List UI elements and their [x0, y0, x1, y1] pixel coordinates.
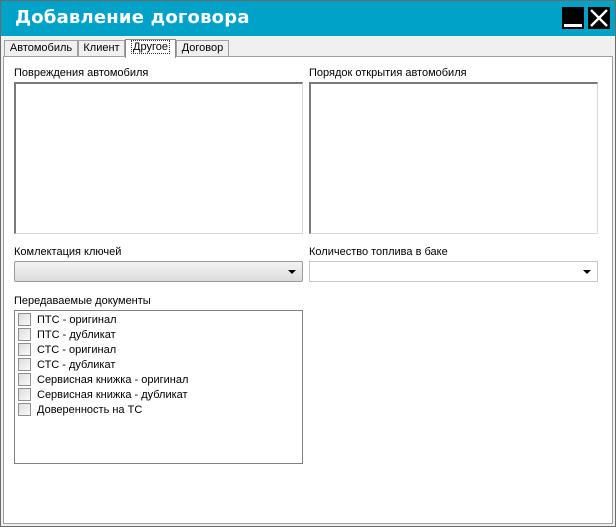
- close-icon: [590, 9, 608, 27]
- doc-sts-original[interactable]: СТС - оригинал: [18, 342, 116, 357]
- opening-label: Порядок открытия автомобиля: [309, 67, 467, 79]
- checkbox-icon[interactable]: [18, 328, 31, 341]
- doc-label: СТС - оригинал: [37, 343, 117, 356]
- doc-label: ПТС - оригинал: [37, 313, 117, 326]
- doc-power-of-attorney[interactable]: Доверенность на ТС: [18, 402, 142, 417]
- doc-service-book-original[interactable]: Сервисная книжка - оригинал: [18, 372, 188, 387]
- fuel-label: Количество топлива в баке: [309, 246, 448, 258]
- minimize-button[interactable]: [562, 7, 584, 29]
- doc-label: СТС - дубликат: [37, 358, 116, 371]
- title-bar[interactable]: Добавление договора: [1, 1, 615, 36]
- doc-sts-duplicate[interactable]: СТС - дубликат: [18, 357, 115, 372]
- doc-label: ПТС - дубликат: [37, 328, 116, 341]
- tab-label: Автомобиль: [9, 42, 73, 54]
- damage-textarea[interactable]: [14, 82, 303, 234]
- close-button[interactable]: [588, 7, 610, 29]
- tab-klient[interactable]: Клиент: [78, 40, 125, 57]
- opening-textarea[interactable]: [309, 82, 598, 234]
- doc-label: Доверенность на ТС: [37, 403, 143, 416]
- tab-avtomobil[interactable]: Автомобиль: [4, 40, 78, 57]
- checkbox-icon[interactable]: [18, 313, 31, 326]
- doc-label: Сервисная книжка - дубликат: [37, 388, 188, 401]
- doc-pts-duplicate[interactable]: ПТС - дубликат: [18, 327, 116, 342]
- documents-checklist[interactable]: ПТС - оригинал ПТС - дубликат СТС - ориг…: [14, 310, 303, 464]
- chevron-down-icon: [288, 270, 296, 274]
- docs-label: Передаваемые документы: [14, 295, 151, 307]
- tab-dogovor[interactable]: Договор: [176, 40, 229, 57]
- checkbox-icon[interactable]: [18, 343, 31, 356]
- doc-label: Сервисная книжка - оригинал: [37, 373, 189, 386]
- tab-label: Договор: [181, 42, 224, 54]
- doc-service-book-duplicate[interactable]: Сервисная книжка - дубликат: [18, 387, 188, 402]
- fuel-select[interactable]: [309, 261, 598, 282]
- damage-label: Повреждения автомобиля: [14, 67, 149, 79]
- minimize-icon: [564, 24, 582, 27]
- keys-select[interactable]: [14, 261, 303, 282]
- checkbox-icon[interactable]: [18, 403, 31, 416]
- window-title: Добавление договора: [15, 7, 250, 28]
- tab-strip: Автомобиль Клиент Другое Договор: [4, 39, 614, 58]
- doc-pts-original[interactable]: ПТС - оригинал: [18, 312, 117, 327]
- tab-panel-drugoe: Повреждения автомобиля Порядок открытия …: [3, 56, 613, 524]
- tab-label: Другое: [131, 40, 170, 54]
- chevron-down-icon: [583, 270, 591, 274]
- checkbox-icon[interactable]: [18, 373, 31, 386]
- checkbox-icon[interactable]: [18, 358, 31, 371]
- keys-label: Комлектация ключей: [14, 246, 122, 258]
- checkbox-icon[interactable]: [18, 388, 31, 401]
- tab-label: Клиент: [83, 42, 120, 54]
- app-window: Добавление договора Автомобиль Клиент Др…: [0, 0, 616, 527]
- tab-drugoe[interactable]: Другое: [125, 39, 176, 58]
